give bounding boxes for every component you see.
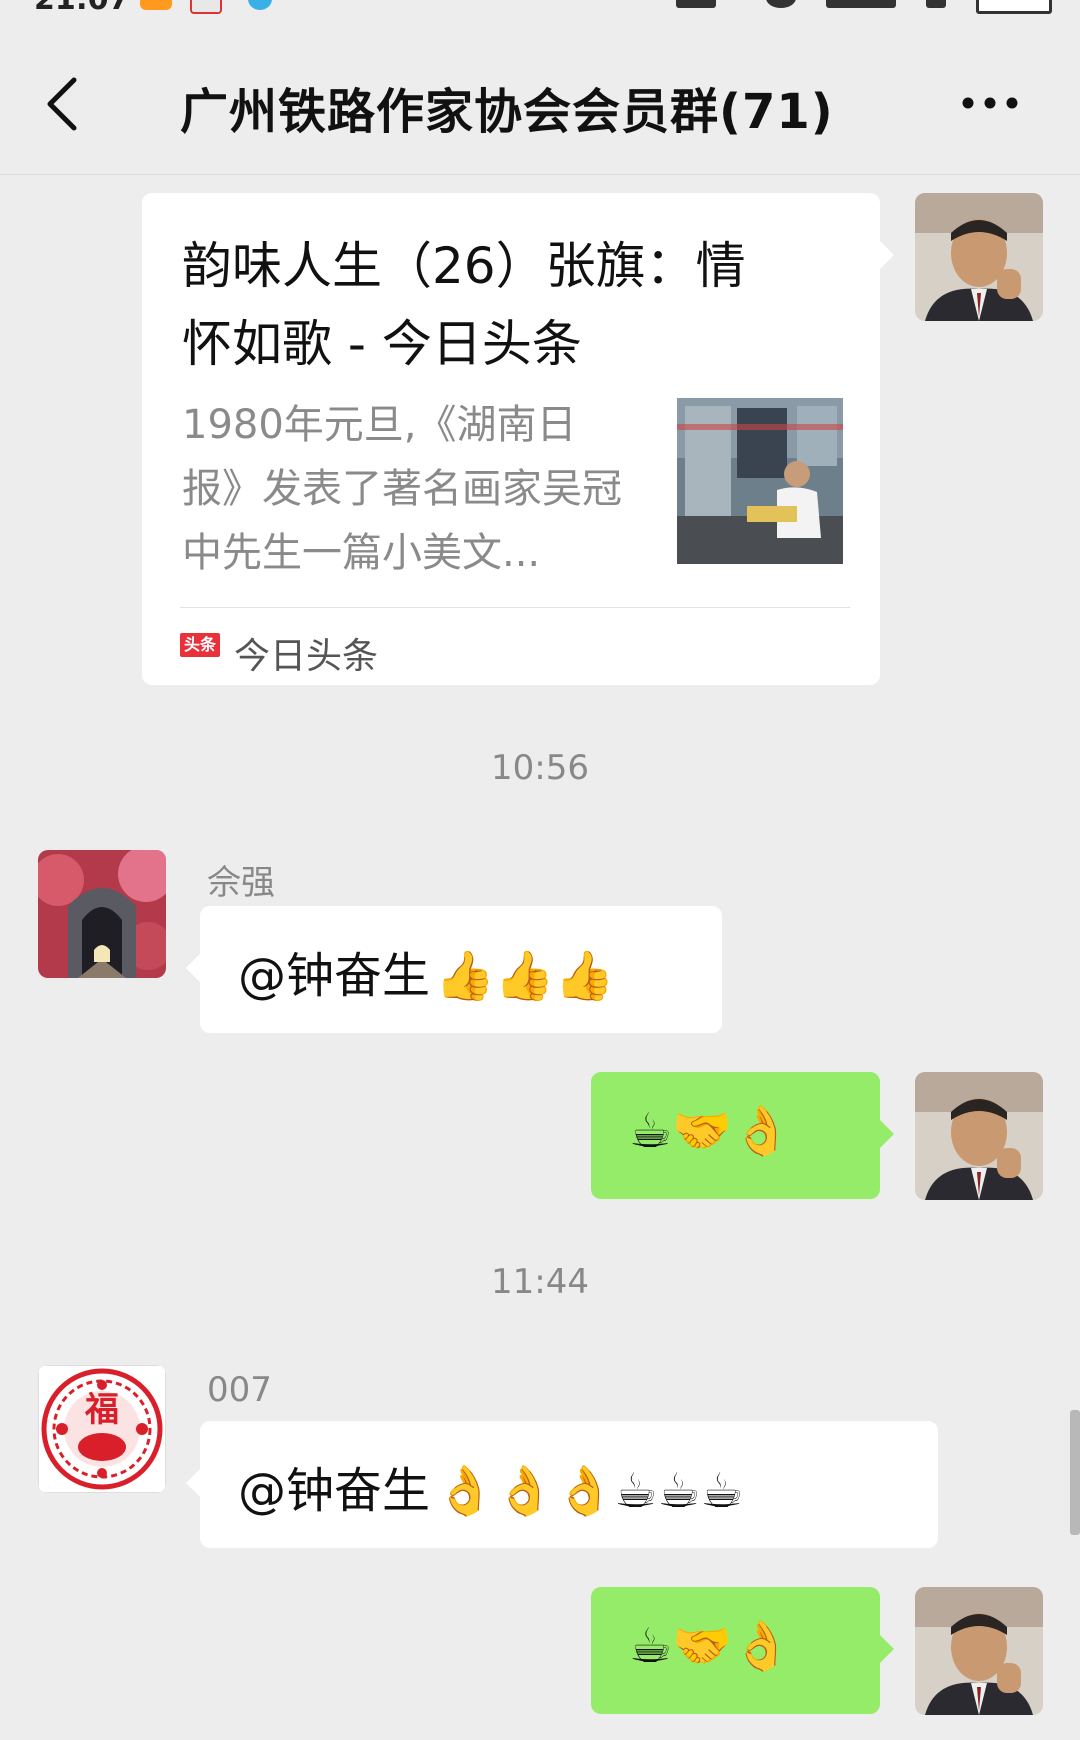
sender-avatar-sheqiang[interactable]	[38, 850, 166, 978]
article-thumbnail	[677, 398, 843, 564]
sender-name: 佘强	[207, 863, 275, 903]
article-card[interactable]: 韵味人生（26）张旗：情怀如歌 - 今日头条 1980年元旦,《湖南日报》发表了…	[142, 193, 894, 685]
article-divider	[180, 607, 850, 608]
article-description: 1980年元旦,《湖南日报》发表了著名画家吴冠中先生一篇小美文...	[182, 402, 622, 576]
message-bubble-self[interactable]: ☕🤝👌	[591, 1072, 894, 1199]
battery-icon	[976, 0, 1052, 14]
sender-avatar-007[interactable]: 福	[38, 1365, 166, 1493]
status-bar: 21:07	[0, 0, 1080, 14]
sender-name: 007	[207, 1370, 272, 1410]
app-notification-icon	[140, 0, 172, 10]
article-title: 韵味人生（26）张旗：情怀如歌 - 今日头条	[182, 237, 746, 373]
status-time: 21:07	[34, 0, 130, 14]
timestamp: 11:44	[491, 1262, 589, 1302]
timestamp: 10:56	[491, 748, 589, 788]
message-bubble-self[interactable]: ☕🤝👌	[591, 1587, 894, 1714]
ok-coffee-emoji: 👌👌👌☕☕☕	[435, 1463, 744, 1519]
self-avatar[interactable]	[915, 193, 1043, 321]
chat-title: 广州铁路作家协会会员群(71)	[180, 84, 834, 140]
alarm-icon	[766, 0, 796, 8]
more-options-icon[interactable]	[960, 92, 1020, 114]
coffee-handshake-ok-emoji: ☕🤝👌	[629, 1618, 792, 1674]
app-notification-icon	[248, 0, 272, 10]
system-icons	[676, 0, 1056, 14]
article-source: 今日头条	[234, 636, 379, 677]
signal-icon	[676, 0, 716, 8]
toutiao-icon: 头条	[180, 633, 220, 657]
scrollbar-thumb[interactable]	[1070, 1410, 1080, 1535]
message-bubble[interactable]: @钟奋生 👌👌👌☕☕☕	[186, 1421, 938, 1548]
mention-text: @钟奋生	[238, 1463, 431, 1519]
self-avatar[interactable]	[915, 1587, 1043, 1715]
cellular-icon	[826, 0, 896, 8]
thumbs-up-emoji: 👍👍👍	[435, 948, 615, 1004]
svg-text:福: 福	[84, 1390, 119, 1430]
coffee-handshake-ok-emoji: ☕🤝👌	[629, 1103, 792, 1159]
message-bubble[interactable]: @钟奋生 👍👍👍	[186, 906, 722, 1033]
app-notification-icon	[190, 0, 222, 14]
back-arrow-icon[interactable]	[44, 76, 84, 132]
chat-header: 广州铁路作家协会会员群(71)	[0, 14, 1080, 175]
mention-text: @钟奋生	[238, 948, 431, 1004]
wifi-icon	[926, 0, 946, 8]
self-avatar[interactable]	[915, 1072, 1043, 1200]
